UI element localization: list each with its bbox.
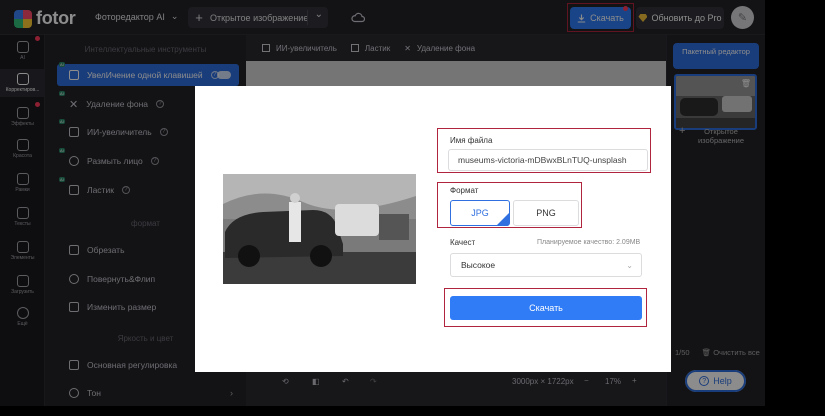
vintage-car-photo xyxy=(223,174,416,284)
quality-label: Качест xyxy=(450,238,476,247)
highlight-frame-dialog-download xyxy=(444,288,647,327)
highlight-frame-filename xyxy=(437,128,651,173)
planned-quality-note: Планируемое качество: 2.09MB xyxy=(537,239,641,246)
chevron-down-icon: ⌄ xyxy=(626,260,633,270)
download-dialog: Имя файла museums-victoria-mDBwxBLnTUQ-u… xyxy=(195,86,671,372)
export-preview-image xyxy=(223,174,416,284)
quality-value: Высокое xyxy=(461,260,496,270)
quality-select[interactable]: Высокое ⌄ xyxy=(450,253,642,277)
highlight-frame-format xyxy=(437,182,582,228)
app-window: fotor Фоторедактор AI ⌄ + Открытое изобр… xyxy=(0,0,765,406)
